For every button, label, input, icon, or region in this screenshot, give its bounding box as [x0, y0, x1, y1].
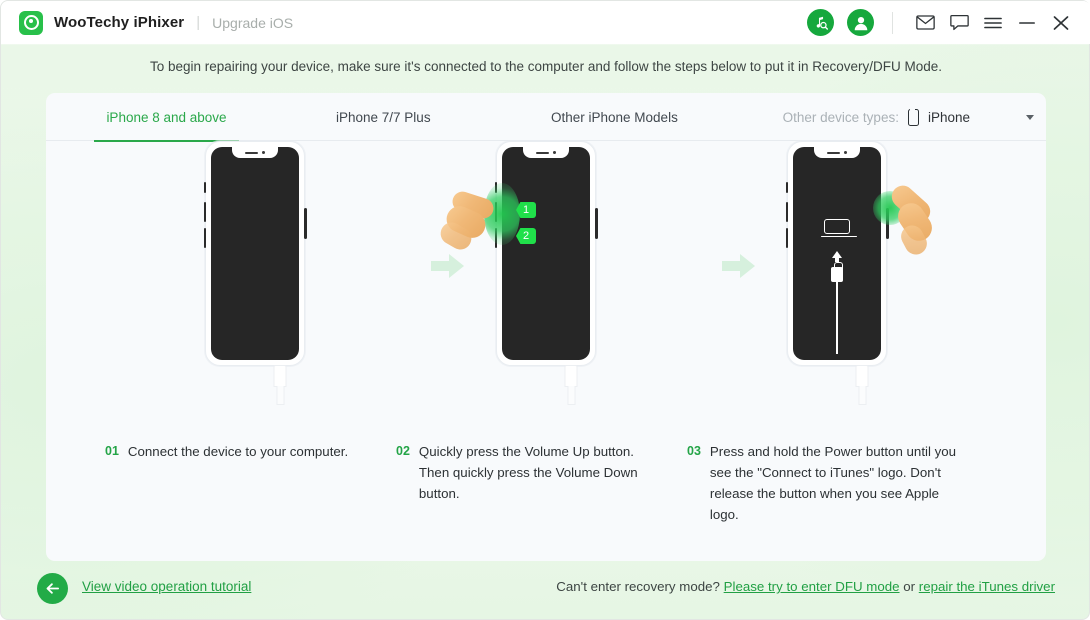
- hand-pressing-volume-icon: [436, 179, 526, 259]
- lightning-cable-icon-2: [564, 365, 578, 405]
- chevron-down-icon[interactable]: [1026, 114, 1034, 120]
- minimize-icon[interactable]: [1013, 9, 1041, 37]
- step-text-1: Connect the device to your computer.: [127, 444, 349, 459]
- mute-switch-icon: [785, 182, 788, 193]
- device-tabs: iPhone 8 and above iPhone 7/7 Plus Other…: [46, 93, 1046, 142]
- phone-device-1: [203, 141, 307, 366]
- lightning-cable-icon-3: [855, 365, 869, 405]
- step-text-2: Quickly press the Volume Up button. Then…: [418, 444, 638, 501]
- title-separator: |: [196, 14, 201, 31]
- tab-iphone-7-7-plus[interactable]: iPhone 7/7 Plus: [336, 93, 431, 141]
- volume-up-button-icon: [785, 202, 788, 222]
- phone-screen-1: [211, 147, 299, 360]
- step-item-3: 03 Press and hold the Power button until…: [687, 441, 957, 525]
- illustration-stage: 1 2: [46, 141, 1046, 441]
- power-button-icon: [595, 208, 598, 239]
- power-button-icon: [304, 208, 307, 239]
- notch-icon: [523, 147, 569, 158]
- step-text-3: Press and hold the Power button until yo…: [709, 444, 957, 522]
- app-window: WooTechy iPhixer | Upgrade iOS To begin …: [0, 0, 1090, 620]
- notch-icon: [814, 147, 860, 158]
- tab-iphone-8-and-above[interactable]: iPhone 8 and above: [94, 93, 239, 142]
- titlebar-actions: [807, 9, 1075, 37]
- wootechy-logo-icon: [19, 10, 43, 35]
- connect-to-itunes-arrow-icon: [832, 251, 842, 262]
- phone-device-3: [785, 141, 889, 366]
- notch-icon: [232, 147, 278, 158]
- tab-other-iphone-models[interactable]: Other iPhone Models: [551, 93, 678, 141]
- step-1-illustration: [203, 141, 355, 405]
- back-arrow-icon[interactable]: [37, 573, 68, 604]
- instruction-headline: To begin repairing your device, make sur…: [150, 59, 942, 74]
- connect-to-itunes-laptop-icon: [821, 219, 857, 238]
- titlebar-divider: [892, 11, 893, 34]
- feedback-icon[interactable]: [945, 9, 973, 37]
- lightning-cable-icon-1: [273, 365, 287, 405]
- close-icon[interactable]: [1047, 9, 1075, 37]
- user-account-icon[interactable]: [847, 9, 874, 36]
- volume-up-button-icon: [203, 202, 206, 222]
- dfu-mode-link[interactable]: Please try to enter DFU mode: [724, 579, 900, 594]
- hand-pressing-power-icon: [873, 181, 943, 271]
- brand-area: WooTechy iPhixer | Upgrade iOS: [19, 10, 293, 35]
- step-arrow-2: [722, 253, 756, 279]
- menu-icon[interactable]: [979, 9, 1007, 37]
- help-conjunction: or: [903, 579, 916, 594]
- connect-to-itunes-cable-icon: [831, 262, 843, 354]
- volume-down-button-icon: [203, 228, 206, 248]
- app-subtitle[interactable]: Upgrade iOS: [212, 15, 293, 31]
- mail-icon[interactable]: [911, 9, 939, 37]
- step-number-2: 02: [396, 444, 410, 458]
- bottom-bar: View video operation tutorial Can't ente…: [1, 561, 1090, 619]
- phone-icon: [907, 107, 919, 126]
- volume-down-button-icon: [785, 228, 788, 248]
- other-device-types-selector[interactable]: Other device types: iPhone: [783, 93, 1034, 141]
- step-item-2: 02 Quickly press the Volume Up button. T…: [396, 441, 658, 504]
- recovery-help-text: Can't enter recovery mode? Please try to…: [556, 579, 1055, 594]
- mute-switch-icon: [203, 182, 206, 193]
- steps-card: iPhone 8 and above iPhone 7/7 Plus Other…: [46, 93, 1046, 561]
- recovery-question-label: Can't enter recovery mode?: [556, 579, 720, 594]
- selected-device-value: iPhone: [927, 109, 970, 125]
- step-item-1: 01 Connect the device to your computer.: [105, 441, 375, 462]
- phone-screen-3-recovery: [793, 147, 881, 360]
- app-title: WooTechy iPhixer: [54, 14, 185, 31]
- repair-itunes-driver-link[interactable]: repair the iTunes driver: [919, 579, 1055, 594]
- step-3-illustration: [785, 141, 937, 405]
- title-bar: WooTechy iPhixer | Upgrade iOS: [1, 1, 1090, 44]
- step-arrow-1: [431, 253, 465, 279]
- other-device-types-label: Other device types:: [782, 109, 899, 125]
- itunes-search-icon[interactable]: [807, 9, 834, 36]
- view-video-tutorial-link[interactable]: View video operation tutorial: [82, 579, 251, 594]
- step-number-3: 03: [687, 444, 701, 458]
- step-number-1: 01: [105, 444, 119, 458]
- step-2-illustration: 1 2: [436, 141, 646, 405]
